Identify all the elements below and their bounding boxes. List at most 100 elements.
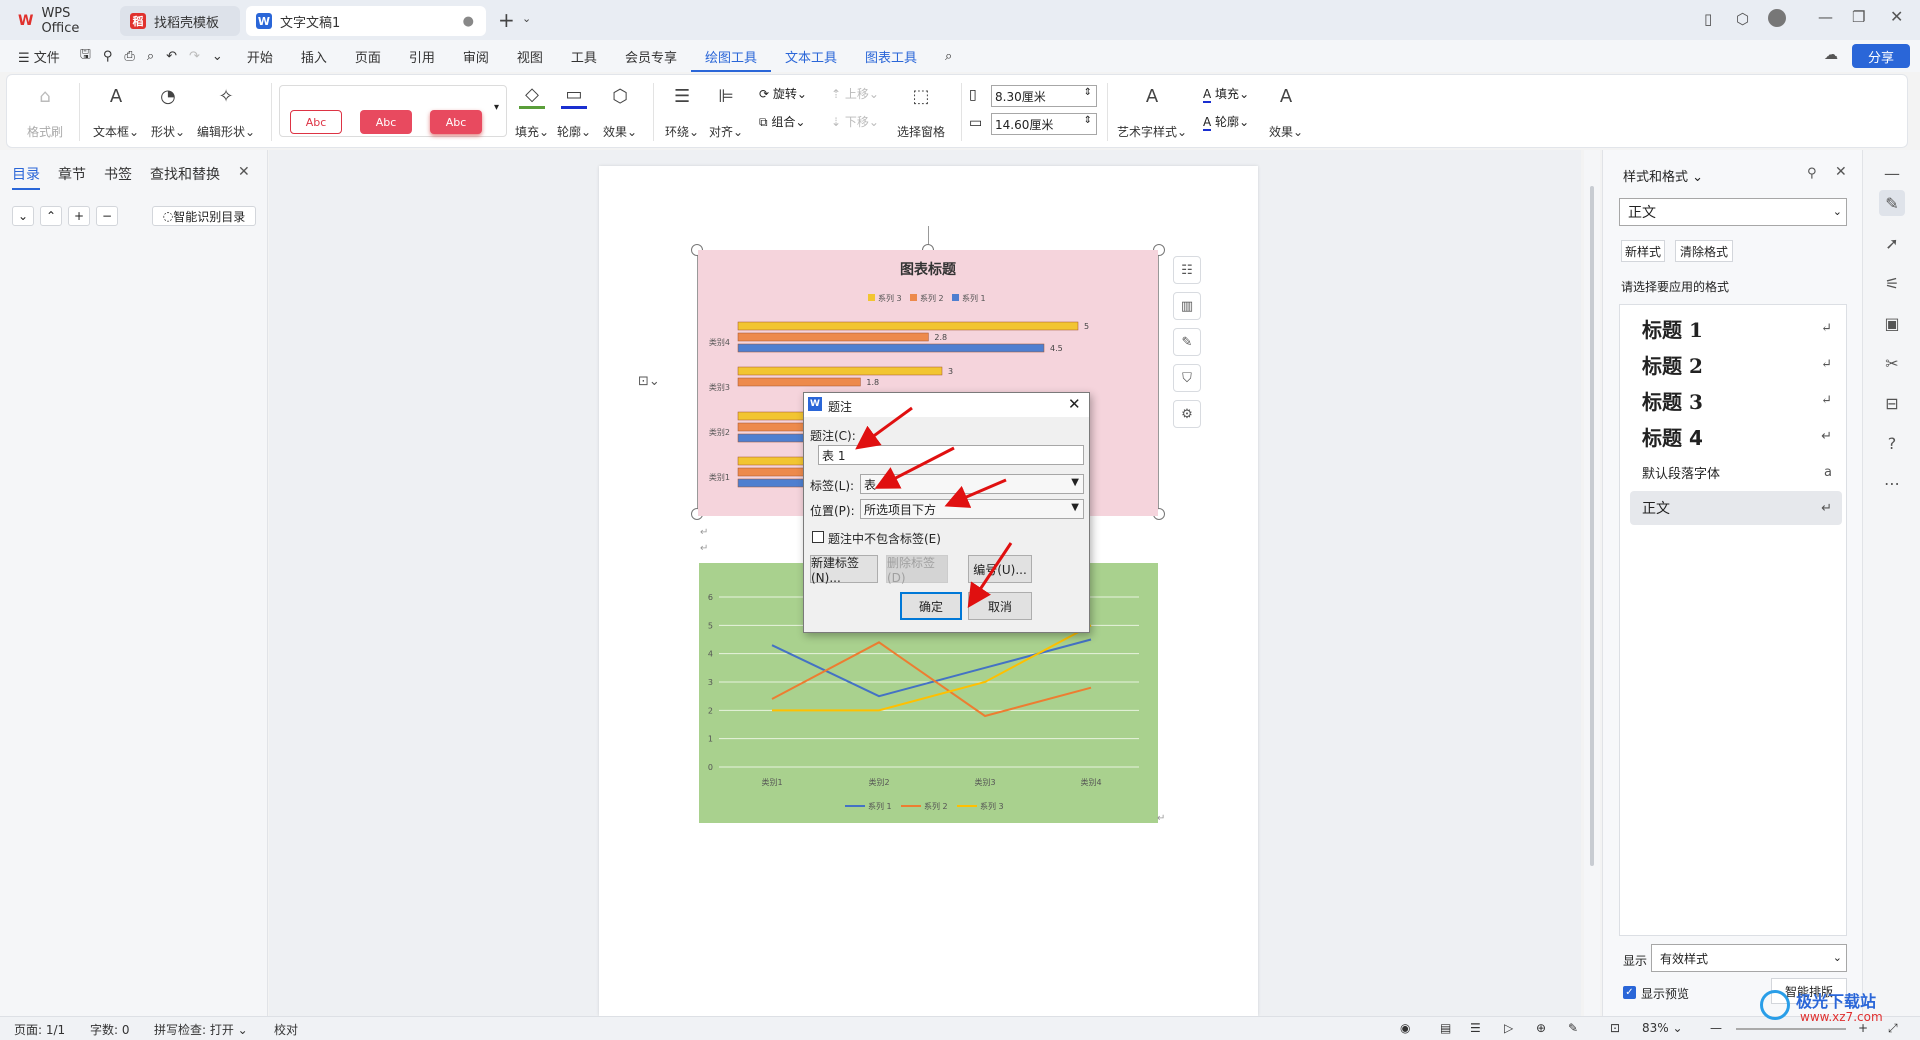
rotate-button[interactable]: ⟳ 旋转⌄: [759, 85, 807, 102]
style-sample-shadow[interactable]: Abc: [430, 110, 482, 134]
clear-format-button[interactable]: 清除格式: [1675, 240, 1733, 262]
height-stepper-icon[interactable]: ⇕: [1084, 115, 1092, 126]
tag-select[interactable]: 表 ▼: [860, 474, 1084, 494]
height-input[interactable]: 14.60厘米 ⇕: [991, 113, 1097, 135]
chart-filter-icon[interactable]: ⛉: [1173, 364, 1201, 392]
style-heading-4[interactable]: 标题 4 ↵: [1630, 419, 1842, 453]
menu-text-tools[interactable]: 文本工具: [771, 47, 851, 66]
ok-button[interactable]: 确定: [900, 592, 962, 620]
shape-button[interactable]: ◔ 形状⌄: [151, 83, 185, 140]
proofread[interactable]: 校对: [274, 1021, 298, 1038]
tab-list-chevron-icon[interactable]: ⌄: [522, 12, 531, 25]
styles-panel-title[interactable]: 样式和格式 ⌄: [1623, 166, 1703, 185]
select-pane-button[interactable]: ⬚ 选择窗格: [897, 83, 945, 140]
help-icon[interactable]: ?: [1879, 430, 1905, 456]
chart-layout-icon[interactable]: ☷: [1173, 256, 1201, 284]
expand-up-icon[interactable]: ⌃: [40, 206, 62, 226]
show-filter-select[interactable]: 有效样式 ⌄: [1651, 944, 1847, 972]
style-heading-3[interactable]: 标题 3 ↵: [1630, 383, 1842, 417]
new-style-button[interactable]: 新样式: [1621, 240, 1665, 262]
tab-wps-office[interactable]: W WPS Office: [8, 6, 116, 36]
menu-file[interactable]: ☰ 文件: [0, 47, 74, 66]
style-heading-1[interactable]: 标题 1 ↵: [1630, 311, 1842, 345]
current-style-select[interactable]: 正文 ⌄: [1619, 198, 1847, 226]
cube-icon[interactable]: ⬡: [1736, 10, 1749, 28]
width-input[interactable]: 8.30厘米 ⇕: [991, 85, 1097, 107]
style-pen-icon[interactable]: ✎: [1879, 190, 1905, 216]
redo-icon[interactable]: ↷: [183, 49, 206, 64]
menu-reference[interactable]: 引用: [395, 47, 449, 66]
menu-tools[interactable]: 工具: [557, 47, 611, 66]
undo-icon[interactable]: ↶: [160, 49, 183, 64]
tab-toc[interactable]: 目录: [12, 164, 40, 190]
move-up-button[interactable]: ⇡ 上移⌄: [831, 85, 879, 102]
tab-template[interactable]: 稻 找稻壳模板: [120, 6, 240, 36]
position-select[interactable]: 所选项目下方 ▼: [860, 499, 1084, 519]
align-button[interactable]: ⊫ 对齐⌄: [709, 83, 743, 140]
fill-button[interactable]: ◇ 填充⌄: [515, 83, 549, 140]
save-icon[interactable]: 🖫: [74, 45, 97, 67]
menu-member[interactable]: 会员专享: [611, 47, 691, 66]
chart-style-brush-icon[interactable]: ✎: [1173, 328, 1201, 356]
restore-icon[interactable]: ❐: [1852, 8, 1865, 26]
text-fill-button[interactable]: A 填充⌄: [1203, 85, 1249, 103]
remove-level-icon[interactable]: −: [96, 206, 118, 226]
style-heading-2[interactable]: 标题 2 ↵: [1630, 347, 1842, 381]
collapse-bar-icon[interactable]: —: [1879, 160, 1905, 186]
tab-chapter[interactable]: 章节: [58, 164, 86, 184]
dialog-close-icon[interactable]: ✕: [1068, 395, 1081, 413]
style-sample-outline[interactable]: Abc: [290, 110, 342, 134]
new-tab-button[interactable]: +: [498, 8, 515, 32]
menu-review[interactable]: 审阅: [449, 47, 503, 66]
format-brush-button[interactable]: ⌂ 格式刷: [27, 83, 63, 140]
minimize-icon[interactable]: —: [1818, 8, 1833, 26]
adjust-icon[interactable]: ⚟: [1879, 270, 1905, 296]
book-icon[interactable]: ⊟: [1879, 390, 1905, 416]
chart-settings-icon[interactable]: ⚙: [1173, 400, 1201, 428]
menu-page[interactable]: 页面: [341, 47, 395, 66]
close-window-icon[interactable]: ✕: [1890, 7, 1903, 26]
delete-tag-button[interactable]: 删除标签(D): [886, 555, 948, 585]
menu-start[interactable]: 开始: [233, 47, 287, 66]
more-chevron-icon[interactable]: ⌄: [206, 49, 233, 64]
menu-insert[interactable]: 插入: [287, 47, 341, 66]
link-icon[interactable]: ⚲: [97, 49, 119, 64]
move-down-button[interactable]: ⇣ 下移⌄: [831, 113, 879, 130]
textbox-button[interactable]: A 文本框⌄: [93, 83, 139, 140]
search-icon[interactable]: ⌕: [931, 49, 966, 64]
pen-icon[interactable]: ✎: [1568, 1021, 1578, 1035]
outline-view-icon[interactable]: ☰: [1470, 1021, 1481, 1035]
wrap-button[interactable]: ☰ 环绕⌄: [665, 83, 699, 140]
text-effect-button[interactable]: A 效果⌄: [1269, 83, 1303, 140]
fit-icon[interactable]: ⊡: [1610, 1021, 1620, 1035]
style-sample-fill[interactable]: Abc: [360, 110, 412, 134]
tools-icon[interactable]: ✂: [1879, 350, 1905, 376]
unsaved-dot-icon[interactable]: ●: [463, 14, 474, 29]
spell-check[interactable]: 拼写检查: 打开 ⌄: [154, 1021, 248, 1038]
zoom-out-icon[interactable]: —: [1710, 1021, 1722, 1035]
zoom-level[interactable]: 83% ⌄: [1642, 1021, 1683, 1035]
style-default-font[interactable]: 默认段落字体 a: [1630, 455, 1842, 489]
caption-input[interactable]: 表 1: [818, 445, 1084, 465]
width-stepper-icon[interactable]: ⇕: [1084, 87, 1092, 98]
close-panel-icon[interactable]: ✕: [238, 164, 250, 180]
page-view-icon[interactable]: ▤: [1440, 1021, 1451, 1035]
numbering-button[interactable]: 编号(U)...: [968, 555, 1032, 583]
pin-icon[interactable]: ⚲: [1807, 166, 1817, 181]
avatar[interactable]: [1768, 9, 1786, 27]
cancel-button[interactable]: 取消: [968, 592, 1032, 620]
add-level-icon[interactable]: +: [68, 206, 90, 226]
web-view-icon[interactable]: ⊕: [1536, 1021, 1546, 1035]
collapse-icon[interactable]: ⌄: [12, 206, 34, 226]
close-panel-icon[interactable]: ✕: [1835, 164, 1847, 180]
page-count[interactable]: 页面: 1/1: [14, 1021, 65, 1038]
tab-find-replace[interactable]: 查找和替换: [150, 164, 220, 184]
play-icon[interactable]: ▷: [1504, 1021, 1513, 1035]
chart-elements-icon[interactable]: ▥: [1173, 292, 1201, 320]
tab-document[interactable]: W 文字文稿1 ●: [246, 6, 486, 36]
exclude-label-checkbox[interactable]: [812, 531, 824, 543]
select-cursor-icon[interactable]: ➚: [1879, 230, 1905, 256]
group-button[interactable]: ⧉ 组合⌄: [759, 113, 805, 130]
new-tag-button[interactable]: 新建标签(N)...: [810, 555, 878, 585]
image-edit-icon[interactable]: ▣: [1879, 310, 1905, 336]
